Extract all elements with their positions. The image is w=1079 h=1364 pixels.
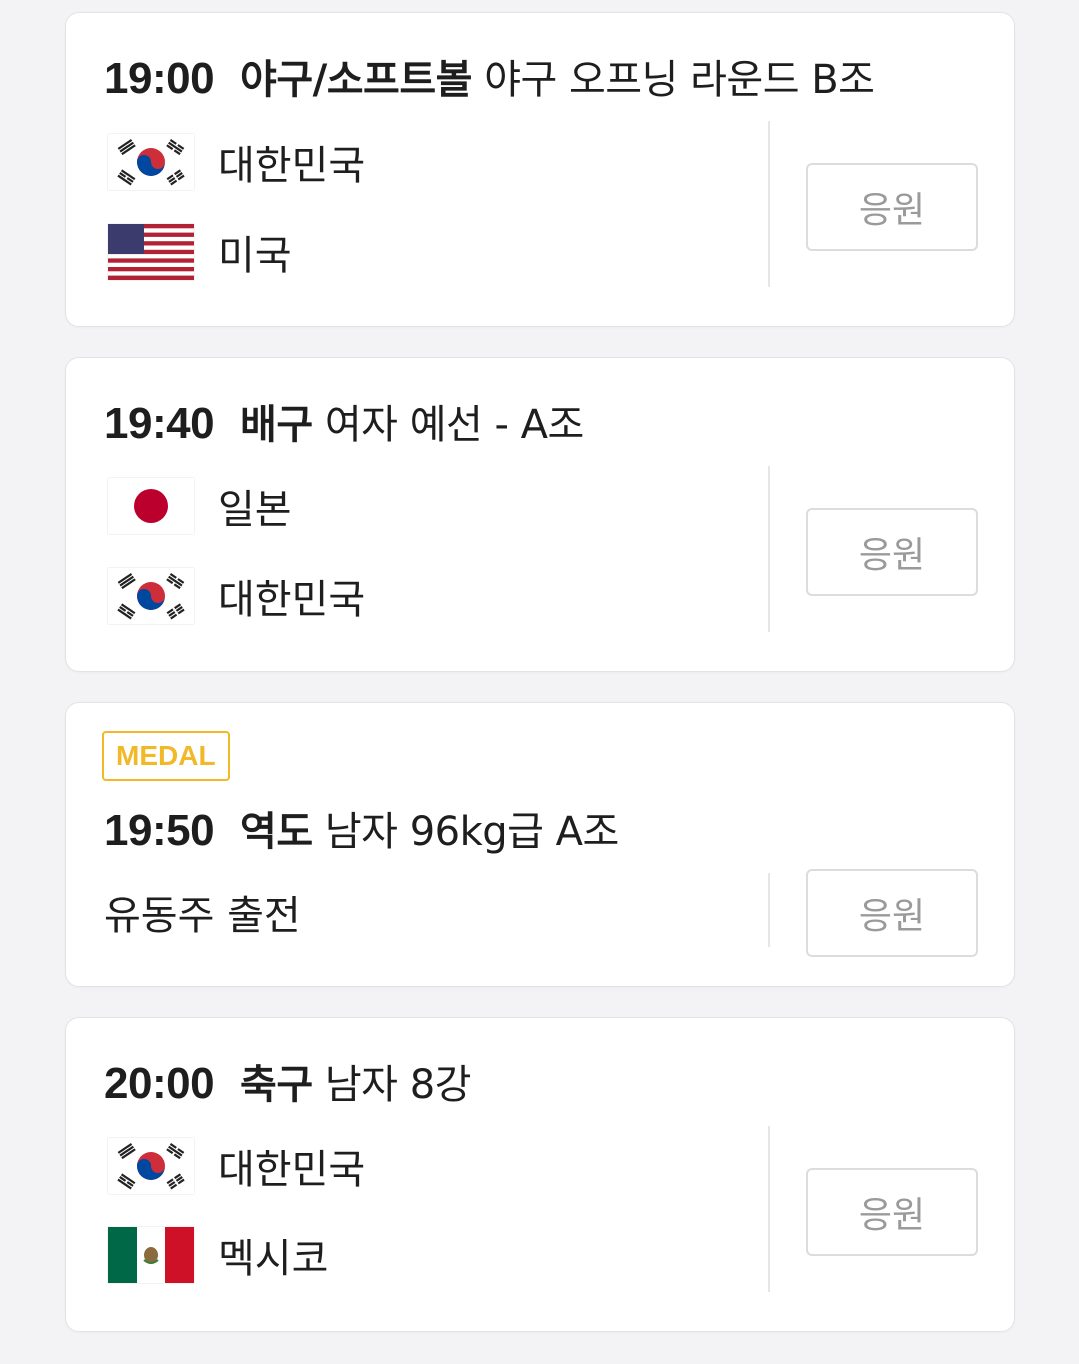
match-card[interactable]: MEDAL 19:50 역도 남자 96kg급 A조 유동주 출전 응원 — [65, 702, 1015, 987]
divider — [768, 466, 770, 632]
athlete-note: 유동주 출전 — [104, 893, 301, 939]
team-name: 일본 — [218, 487, 292, 533]
cheer-button[interactable]: 응원 — [806, 163, 978, 251]
mexico-flag-icon — [108, 1227, 194, 1283]
match-time: 19:00 — [104, 54, 215, 103]
korea-flag-icon — [108, 134, 194, 190]
match-header: 20:00 축구 남자 8강 — [104, 1052, 471, 1110]
divider — [768, 873, 770, 947]
match-card[interactable]: 19:00 야구/소프트볼 야구 오프닝 라운드 B조 대한민국 미국 응원 — [65, 12, 1015, 327]
korea-flag-icon — [108, 568, 194, 624]
event-detail: 남자 96kg급 A조 — [324, 809, 619, 855]
sport-name: 배구 — [240, 402, 313, 448]
match-time: 19:40 — [104, 399, 215, 448]
usa-flag-icon — [108, 224, 194, 280]
cheer-button[interactable]: 응원 — [806, 508, 978, 596]
match-header: 19:50 역도 남자 96kg급 A조 — [104, 799, 619, 857]
match-card[interactable]: 19:40 배구 여자 예선 - A조 일본 대한민국 응원 — [65, 357, 1015, 672]
divider — [768, 121, 770, 287]
korea-flag-icon — [108, 1138, 194, 1194]
team-name: 멕시코 — [218, 1236, 329, 1282]
japan-flag-icon — [108, 478, 194, 534]
team-name: 대한민국 — [218, 143, 366, 189]
team-name: 대한민국 — [218, 577, 366, 623]
match-header: 19:40 배구 여자 예선 - A조 — [104, 392, 584, 450]
match-time: 19:50 — [104, 806, 215, 855]
team-row: 대한민국 — [108, 568, 365, 624]
team-name: 대한민국 — [218, 1147, 366, 1193]
team-row: 일본 — [108, 478, 292, 534]
team-row: 대한민국 — [108, 134, 365, 190]
event-detail: 여자 예선 - A조 — [324, 402, 584, 448]
team-row: 대한민국 — [108, 1138, 365, 1194]
match-header: 19:00 야구/소프트볼 야구 오프닝 라운드 B조 — [104, 47, 875, 105]
team-name: 미국 — [218, 233, 292, 279]
sport-name: 축구 — [240, 1062, 313, 1108]
event-detail: 야구 오프닝 라운드 B조 — [484, 57, 875, 103]
match-time: 20:00 — [104, 1059, 215, 1108]
cheer-button[interactable]: 응원 — [806, 869, 978, 957]
team-row: 멕시코 — [108, 1227, 328, 1283]
cheer-button[interactable]: 응원 — [806, 1168, 978, 1256]
divider — [768, 1126, 770, 1292]
team-row: 미국 — [108, 224, 292, 280]
sport-name: 야구/소프트볼 — [240, 57, 472, 103]
match-card[interactable]: 20:00 축구 남자 8강 대한민국 멕시코 응원 — [65, 1017, 1015, 1332]
medal-badge: MEDAL — [102, 731, 230, 781]
sport-name: 역도 — [240, 809, 313, 855]
event-detail: 남자 8강 — [324, 1062, 472, 1108]
